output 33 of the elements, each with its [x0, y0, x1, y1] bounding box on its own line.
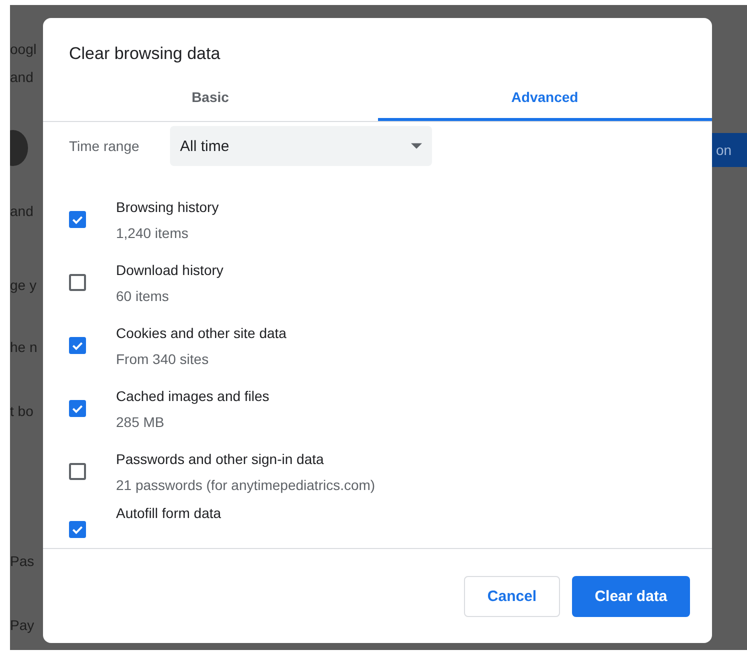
background-text: Pay: [10, 617, 34, 633]
dialog-title: Clear browsing data: [68, 43, 222, 65]
checkbox[interactable]: [69, 400, 86, 417]
background-text: oogl: [10, 41, 36, 57]
item-label: Browsing history: [116, 198, 219, 216]
cancel-button[interactable]: Cancel: [464, 576, 560, 616]
item-detail: 1,240 items: [116, 224, 190, 242]
item-detail: 285 MB: [116, 412, 166, 432]
checkbox[interactable]: [69, 521, 86, 538]
background-text: and: [10, 69, 34, 85]
time-range-dropdown[interactable]: All time: [170, 126, 432, 166]
checkbox[interactable]: [69, 211, 86, 228]
background-text: and: [10, 203, 34, 219]
field-label: Time range: [69, 138, 140, 154]
item-label: Autofill form data: [116, 504, 222, 523]
item-label: Download history: [116, 260, 224, 280]
item-detail: From 340 sites: [116, 350, 210, 368]
checkbox[interactable]: [69, 337, 86, 354]
background-text: he n: [10, 339, 38, 355]
item-label: Cached images and files: [116, 386, 270, 406]
checkbox[interactable]: [69, 463, 86, 480]
item-label: Passwords and other sign-in data: [116, 450, 325, 468]
item-detail: 60 items: [116, 286, 170, 306]
background-text: ge y: [10, 277, 36, 293]
clear-data-button[interactable]: Clear data: [572, 576, 690, 616]
background-text: t bo: [10, 403, 34, 419]
background-text: Pas: [10, 553, 34, 569]
item-label: Cookies and other site data: [116, 324, 286, 342]
tab[interactable]: Advanced: [378, 76, 712, 121]
tab[interactable]: Basic: [43, 76, 378, 121]
checkbox[interactable]: [69, 274, 86, 291]
item-detail: 21 passwords (for anytimepediatrics.com): [116, 476, 376, 494]
caret-icon: [411, 143, 422, 149]
